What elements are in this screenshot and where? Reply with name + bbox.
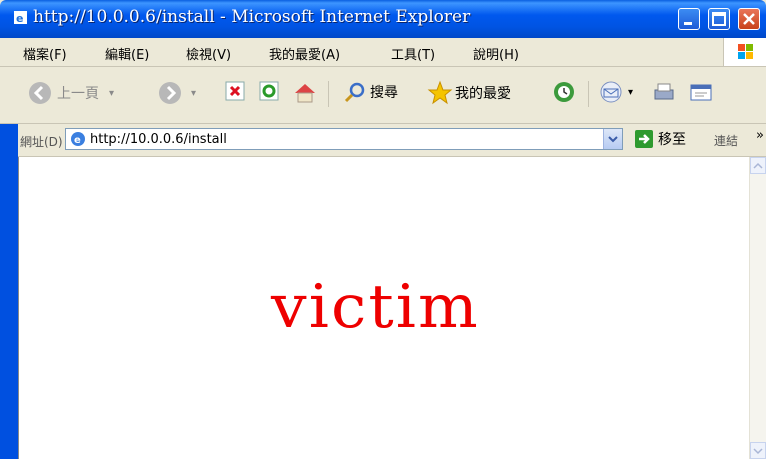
mail-icon — [600, 81, 622, 103]
search-button[interactable]: 搜尋 — [343, 80, 398, 104]
svg-text:e: e — [74, 135, 81, 146]
edit-icon — [690, 84, 712, 101]
menu-favorites[interactable]: 我的最愛(A) — [269, 44, 340, 63]
links-chevron-icon[interactable]: » — [756, 128, 764, 143]
ie-window: e http://10.0.0.6/install - Microsoft In… — [0, 0, 766, 459]
menu-help[interactable]: 說明(H) — [473, 44, 519, 63]
search-icon — [344, 82, 365, 103]
windows-logo-icon — [738, 44, 753, 59]
stop-button[interactable] — [224, 80, 246, 102]
forward-icon — [159, 82, 181, 104]
ie-icon: e — [14, 11, 27, 24]
menu-view[interactable]: 檢視(V) — [186, 44, 231, 63]
close-button[interactable] — [738, 8, 760, 30]
history-icon — [554, 82, 574, 102]
forward-dropdown-icon: ▾ — [191, 87, 197, 99]
refresh-button[interactable] — [258, 80, 280, 102]
scroll-down-button[interactable] — [750, 442, 766, 459]
window-left-border — [0, 124, 18, 459]
print-icon — [654, 83, 674, 100]
close-icon — [743, 13, 755, 25]
links-label[interactable]: 連結 — [714, 132, 738, 149]
address-dropdown-button[interactable] — [603, 129, 622, 149]
scroll-down-icon — [753, 448, 763, 455]
page-heading: victim — [271, 272, 480, 342]
back-icon — [29, 82, 51, 104]
maximize-icon — [712, 12, 726, 26]
history-button[interactable] — [552, 80, 576, 104]
go-button[interactable]: 移至 — [634, 129, 686, 149]
chevron-down-icon — [608, 136, 618, 143]
address-url: http://10.0.0.6/install — [90, 132, 227, 147]
favorites-label: 我的最愛 — [455, 86, 511, 102]
edit-button[interactable] — [688, 80, 714, 104]
refresh-icon — [259, 81, 279, 101]
go-label: 移至 — [658, 132, 686, 148]
windows-logo — [723, 38, 766, 66]
mail-dropdown-icon: ▾ — [628, 86, 634, 98]
go-arrow-icon — [635, 130, 653, 148]
address-label: 網址(D) — [20, 135, 63, 149]
address-bar: 網址(D) e http://10.0.0.6/install 移至 連結 » — [0, 124, 766, 157]
minimize-icon — [684, 22, 692, 25]
address-input[interactable]: e http://10.0.0.6/install — [65, 128, 623, 150]
toolbar-separator — [328, 81, 329, 107]
standard-toolbar: 上一頁 ▾ ▾ 搜尋 我的最愛 ▾ — [0, 67, 766, 124]
scroll-up-icon — [753, 162, 763, 169]
back-button[interactable]: 上一頁 ▾ — [27, 80, 114, 106]
menu-tools[interactable]: 工具(T) — [391, 44, 435, 63]
mail-button[interactable]: ▾ — [599, 80, 633, 104]
back-dropdown-icon: ▾ — [109, 87, 115, 99]
home-button[interactable] — [292, 80, 318, 106]
print-button[interactable] — [651, 80, 677, 104]
home-icon — [295, 84, 315, 103]
menu-edit[interactable]: 編輯(E) — [105, 44, 149, 63]
menu-file[interactable]: 檔案(F) — [23, 44, 67, 63]
favorites-star-icon — [427, 80, 453, 105]
svg-text:e: e — [16, 12, 23, 24]
vertical-scrollbar[interactable] — [749, 157, 766, 459]
scroll-up-button[interactable] — [750, 157, 766, 174]
stop-icon — [225, 81, 245, 101]
window-title: http://10.0.0.6/install - Microsoft Inte… — [33, 7, 471, 27]
back-label: 上一頁 — [57, 86, 99, 102]
page-ie-icon: e — [71, 132, 85, 146]
menu-bar: 檔案(F) 編輯(E) 檢視(V) 我的最愛(A) 工具(T) 說明(H) — [0, 38, 766, 67]
title-bar[interactable]: e http://10.0.0.6/install - Microsoft In… — [0, 0, 766, 38]
minimize-button[interactable] — [678, 8, 700, 30]
favorites-button[interactable]: 我的最愛 — [427, 80, 511, 106]
search-label: 搜尋 — [370, 85, 398, 101]
toolbar-separator — [588, 81, 589, 107]
forward-button[interactable]: ▾ — [157, 80, 196, 106]
maximize-button[interactable] — [708, 8, 730, 30]
